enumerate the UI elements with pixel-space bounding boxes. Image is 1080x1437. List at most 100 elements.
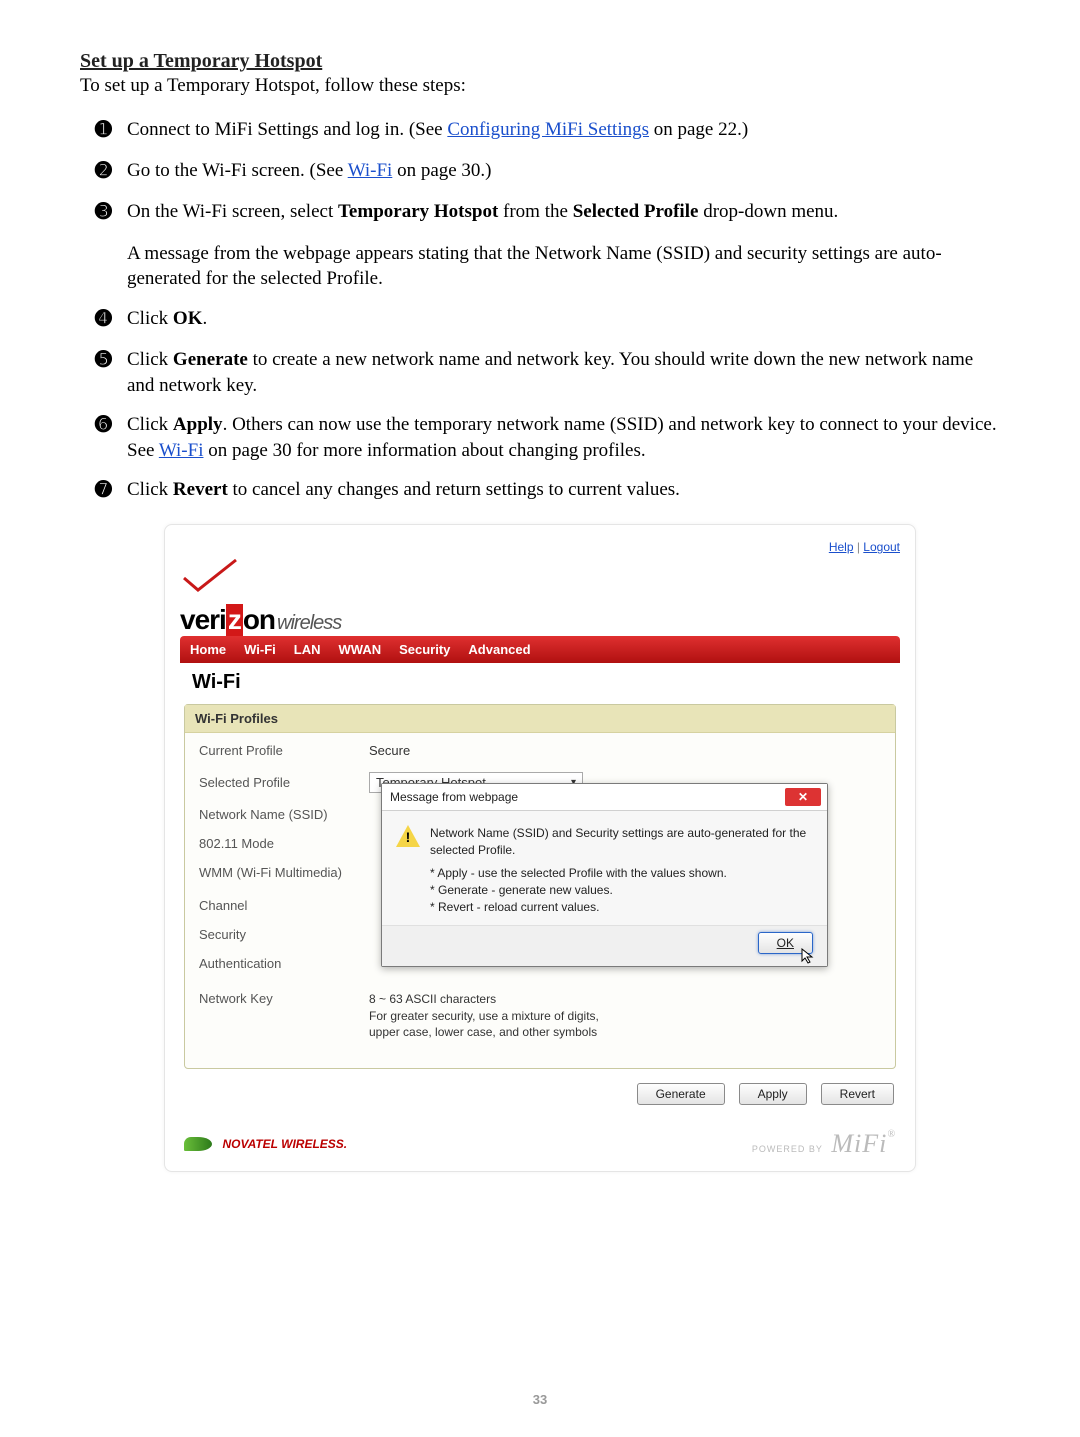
wifi-heading: Wi-Fi (180, 663, 900, 700)
verizon-check-icon (180, 556, 240, 594)
generate-button[interactable]: Generate (637, 1083, 725, 1105)
configuring-mifi-settings-link[interactable]: Configuring MiFi Settings (447, 119, 649, 140)
step4-text-a: Click (127, 308, 173, 329)
mifi-text: MiFi® (831, 1129, 896, 1158)
step7-text-a: Click (127, 479, 173, 500)
nav-wwan[interactable]: WWAN (339, 642, 382, 657)
wifi-profiles-panel: Wi-Fi Profiles Current Profile Secure Se… (184, 704, 896, 1069)
dlg-line1: Network Name (SSID) and Security setting… (430, 826, 806, 857)
step-number-6: ➏ (95, 412, 127, 439)
label-ssid: Network Name (SSID) (199, 807, 369, 822)
embedded-screenshot: Help | Logout verizonwireless Home Wi-Fi… (164, 524, 916, 1172)
steps-list: ➊ Connect to MiFi Settings and log in. (… (95, 117, 1000, 504)
step6-bold: Apply (173, 414, 223, 435)
label-selected-profile: Selected Profile (199, 775, 369, 790)
step-5: ➎ Click Generate to create a new network… (95, 347, 1000, 398)
label-channel: Channel (199, 898, 369, 913)
step-3: ➌ On the Wi-Fi screen, select Temporary … (95, 199, 1000, 292)
step7-bold: Revert (173, 479, 228, 500)
label-current-profile: Current Profile (199, 743, 369, 758)
value-current-profile: Secure (369, 743, 881, 758)
intro-text: To set up a Temporary Hotspot, follow th… (80, 75, 1000, 97)
mifi-logo: POWERED BY MiFi® (752, 1129, 896, 1159)
step2-text-b: on page 30.) (392, 160, 491, 181)
novatel-swoosh-icon (184, 1137, 212, 1151)
row-current-profile: Current Profile Secure (199, 743, 881, 758)
step-number-5: ➎ (95, 347, 127, 374)
step-1: ➊ Connect to MiFi Settings and log in. (… (95, 117, 1000, 144)
nav-home[interactable]: Home (190, 642, 226, 657)
dlg-line2: * Apply - use the selected Profile with … (430, 865, 813, 882)
label-security: Security (199, 927, 369, 942)
step-6: ➏ Click Apply. Others can now use the te… (95, 412, 1000, 463)
step3-text-d: drop-down menu. (698, 201, 838, 222)
shot-top-links: Help | Logout (180, 540, 900, 554)
logo-row (180, 556, 900, 594)
message-dialog: Message from webpage ✕ Network Name (SSI… (381, 783, 828, 967)
dialog-text: Network Name (SSID) and Security setting… (430, 825, 813, 915)
step3-text-c: from the (498, 201, 572, 222)
step5-bold: Generate (173, 349, 248, 370)
nav-wifi[interactable]: Wi-Fi (244, 642, 276, 657)
step5-text-a: Click (127, 349, 173, 370)
step6-text-a: Click (127, 414, 173, 435)
logo-part1: veri (180, 604, 226, 635)
dialog-footer: OK (382, 925, 827, 966)
label-wmm: WMM (Wi-Fi Multimedia) (199, 865, 369, 880)
powered-by-text: POWERED BY (752, 1144, 823, 1154)
dialog-close-button[interactable]: ✕ (785, 788, 821, 806)
footer-row: NOVATEL WIRELESS. POWERED BY MiFi® (180, 1129, 900, 1159)
verizon-logo: verizonwireless (180, 604, 900, 636)
step-number-2: ➋ (95, 158, 127, 185)
action-buttons-row: Generate Apply Revert (180, 1069, 900, 1111)
panel-body: Current Profile Secure Selected Profile … (185, 733, 895, 1068)
logo-part4: wireless (277, 612, 341, 634)
novatel-text: NOVATEL WIRELESS. (222, 1137, 347, 1151)
revert-button[interactable]: Revert (821, 1083, 894, 1105)
page-number: 33 (0, 1392, 1080, 1407)
step3-bold-1: Temporary Hotspot (338, 201, 498, 222)
nk-hint-3: upper case, lower case, and other symbol… (369, 1025, 597, 1039)
novatel-logo: NOVATEL WIRELESS. (184, 1135, 347, 1153)
help-link[interactable]: Help (829, 540, 854, 554)
dialog-title-text: Message from webpage (390, 790, 518, 804)
section-title: Set up a Temporary Hotspot (80, 50, 1000, 73)
step-number-4: ➍ (95, 306, 127, 333)
step7-text-c: to cancel any changes and return setting… (228, 479, 680, 500)
logo-part3: on (243, 604, 275, 635)
navbar: Home Wi-Fi LAN WWAN Security Advanced (180, 636, 900, 663)
wifi-link-2[interactable]: Wi-Fi (159, 440, 204, 461)
step-number-1: ➊ (95, 117, 127, 144)
step2-text-a: Go to the Wi-Fi screen. (See (127, 160, 348, 181)
dlg-line3: * Generate - generate new values. (430, 882, 813, 899)
dialog-titlebar: Message from webpage ✕ (382, 784, 827, 811)
label-network-key: Network Key (199, 991, 369, 1006)
nav-lan[interactable]: LAN (294, 642, 321, 657)
dlg-line4: * Revert - reload current values. (430, 899, 813, 916)
nk-hint-1: 8 ~ 63 ASCII characters (369, 992, 496, 1006)
apply-button[interactable]: Apply (739, 1083, 807, 1105)
label-auth: Authentication (199, 956, 369, 971)
step-7: ➐ Click Revert to cancel any changes and… (95, 477, 1000, 504)
step4-bold: OK (173, 308, 203, 329)
wifi-link-1[interactable]: Wi-Fi (348, 160, 393, 181)
nav-advanced[interactable]: Advanced (468, 642, 530, 657)
step-number-7: ➐ (95, 477, 127, 504)
step5-text-c: to create a new network name and network… (127, 349, 973, 396)
step3-extra: A message from the webpage appears stati… (127, 241, 1000, 292)
label-80211: 802.11 Mode (199, 836, 369, 851)
panel-title: Wi-Fi Profiles (185, 705, 895, 733)
row-network-key: Network Key 8 ~ 63 ASCII characters For … (199, 991, 881, 1040)
network-key-hint: 8 ~ 63 ASCII characters For greater secu… (369, 991, 881, 1040)
logo-part2: z (226, 604, 243, 636)
nav-security[interactable]: Security (399, 642, 450, 657)
logout-link[interactable]: Logout (863, 540, 900, 554)
cursor-icon (801, 948, 817, 964)
step-4: ➍ Click OK. (95, 306, 1000, 333)
step6-text-d: on page 30 for more information about ch… (203, 440, 645, 461)
step-number-3: ➌ (95, 199, 127, 226)
step3-bold-2: Selected Profile (573, 201, 699, 222)
step-2: ➋ Go to the Wi-Fi screen. (See Wi-Fi on … (95, 158, 1000, 185)
warning-icon (396, 825, 420, 847)
step1-text-a: Connect to MiFi Settings and log in. (Se… (127, 119, 447, 140)
